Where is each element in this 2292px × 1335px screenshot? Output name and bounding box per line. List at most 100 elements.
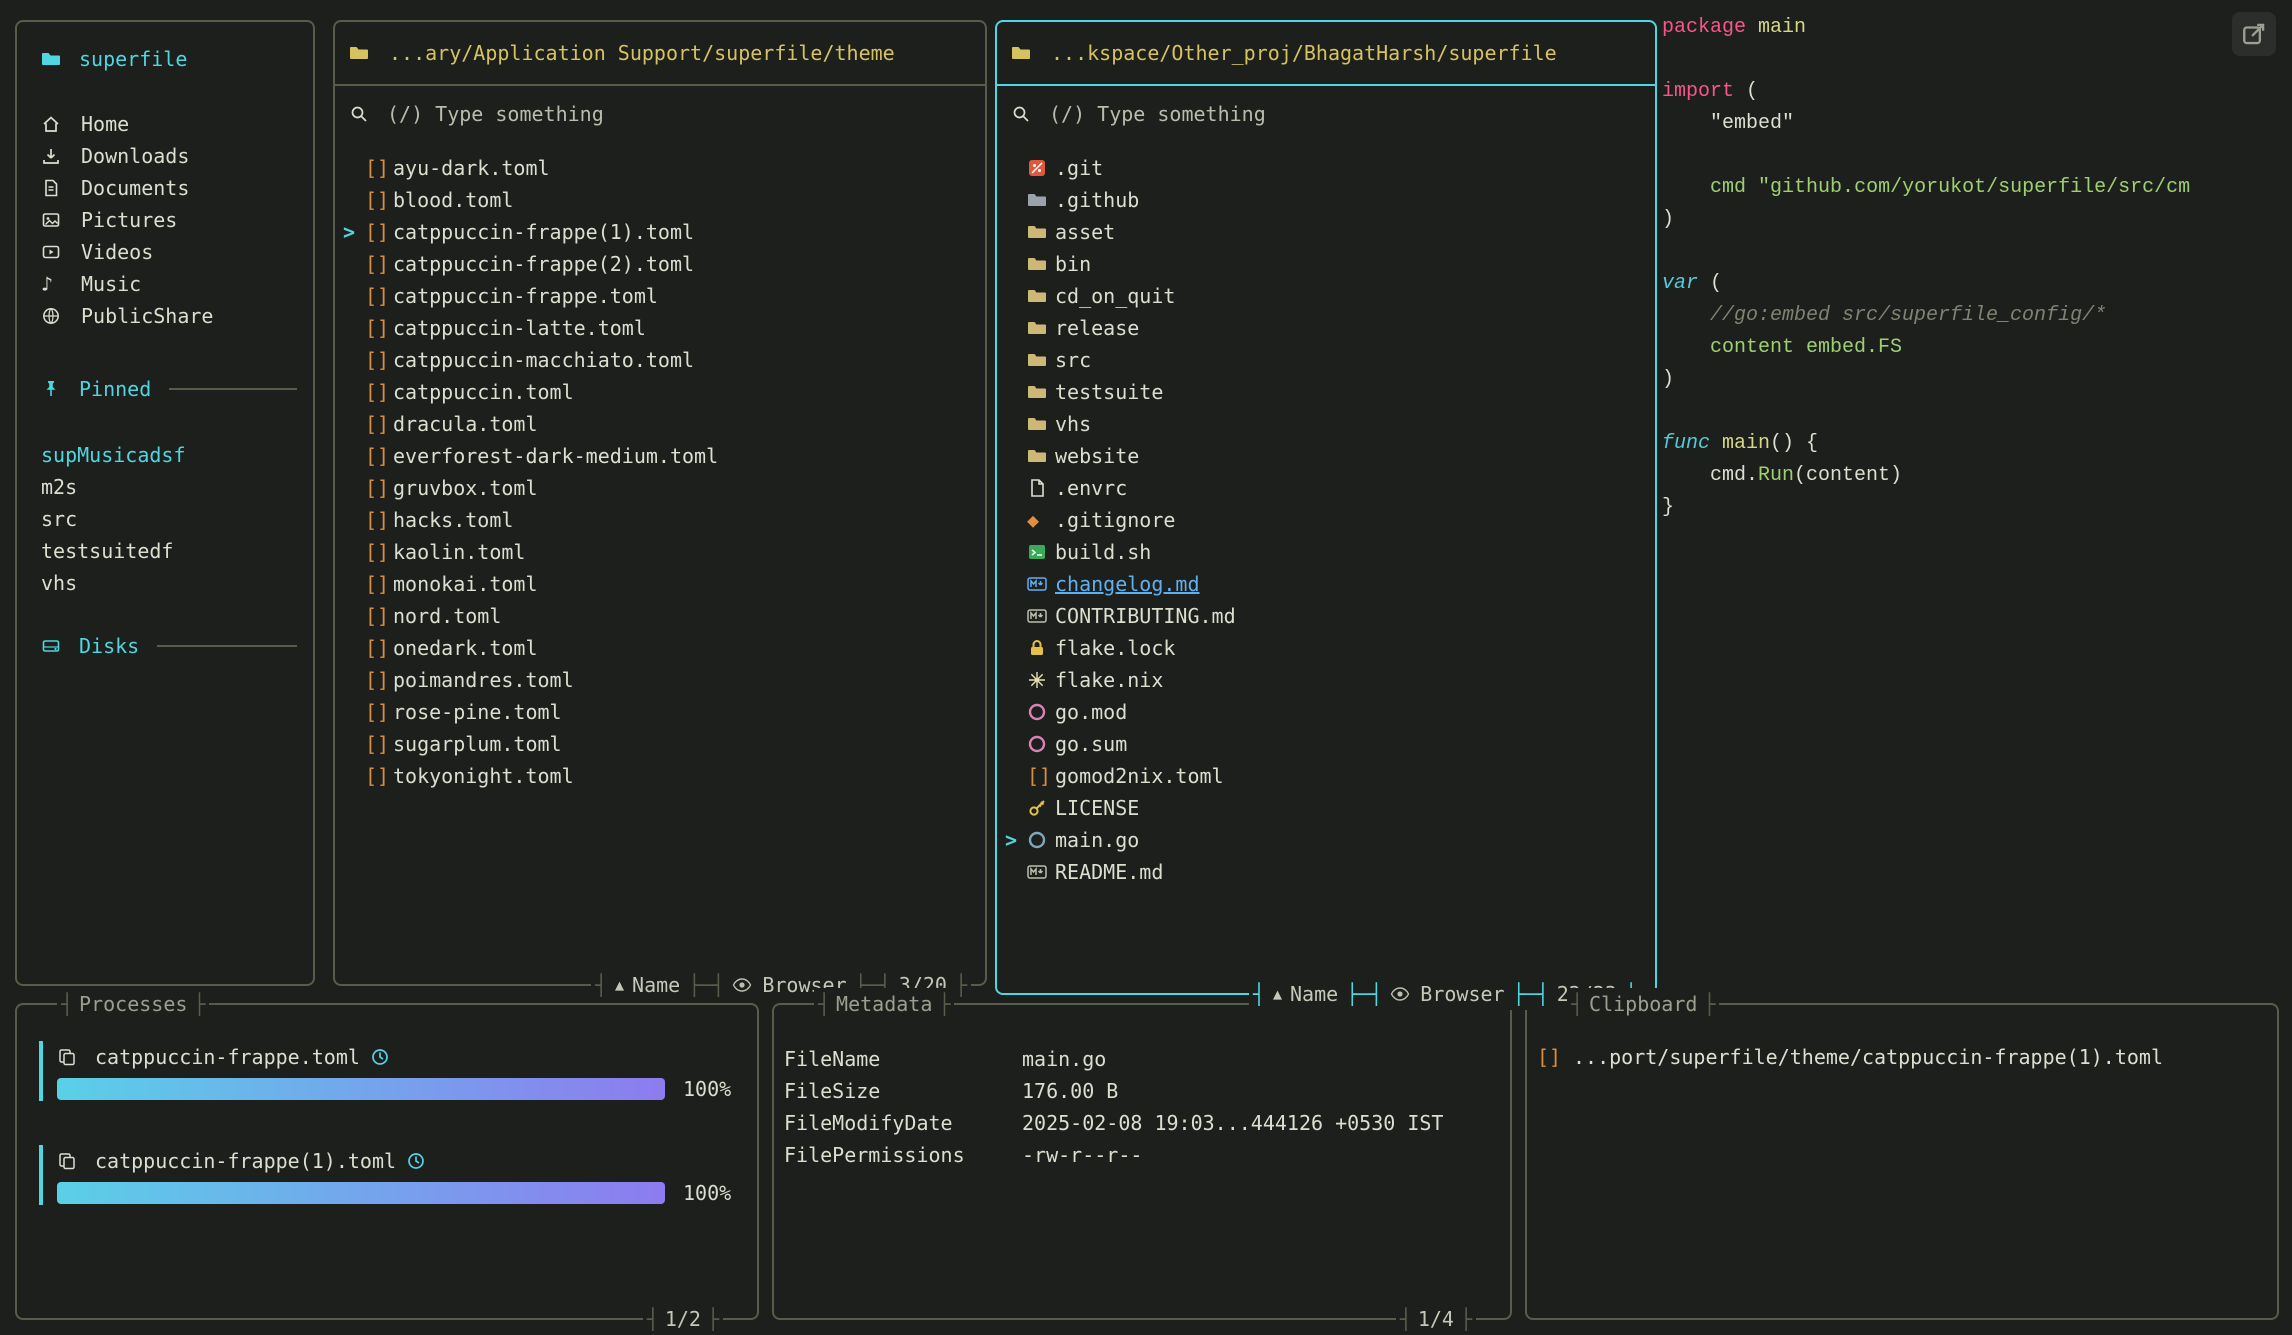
toml-icon: []: [365, 574, 393, 594]
file-row-catppuccin-frappe-2-toml[interactable]: []catppuccin-frappe(2).toml: [335, 248, 985, 280]
pinned-item-label: src: [41, 507, 77, 531]
external-link-icon[interactable]: [2232, 12, 2276, 56]
file-row-ayu-dark-toml[interactable]: []ayu-dark.toml: [335, 152, 985, 184]
tick: ┤: [647, 1307, 659, 1331]
tick: ┤: [1253, 982, 1265, 1006]
panel1-search-input[interactable]: (/) Type something: [335, 86, 985, 126]
file-row-changelog-md[interactable]: changelog.md: [997, 568, 1655, 600]
search-icon: [1011, 104, 1039, 124]
panel1-search-placeholder: (/) Type something: [387, 102, 604, 126]
file-row-gruvbox-toml[interactable]: []gruvbox.toml: [335, 472, 985, 504]
toml-icon: []: [365, 286, 393, 306]
tick: ┤: [712, 973, 724, 997]
code-line: //go:embed src/superfile_config/*: [1662, 304, 2282, 336]
file-row-asset[interactable]: asset: [997, 216, 1655, 248]
file-row-onedark-toml[interactable]: []onedark.toml: [335, 632, 985, 664]
sidebar-item-pictures[interactable]: Pictures: [41, 204, 297, 236]
sidebar-item-label: Documents: [81, 176, 189, 200]
file-name: asset: [1055, 220, 1115, 244]
process-item-header: catppuccin-frappe(1).toml: [57, 1145, 757, 1177]
file-row-catppuccin-toml[interactable]: []catppuccin.toml: [335, 376, 985, 408]
pinned-item-supmusicadsf[interactable]: supMusicadsf: [41, 439, 297, 471]
search-icon: [349, 104, 377, 124]
file-row-build-sh[interactable]: build.sh: [997, 536, 1655, 568]
pinned-item-m2s[interactable]: m2s: [41, 471, 297, 503]
file-row-release[interactable]: release: [997, 312, 1655, 344]
process-list: catppuccin-frappe.toml100%catppuccin-fra…: [17, 1005, 757, 1205]
file-row-envrc[interactable]: .envrc: [997, 472, 1655, 504]
pinned-item-src[interactable]: src: [41, 503, 297, 535]
file-row-main-go[interactable]: >main.go: [997, 824, 1655, 856]
eye-icon: [1390, 984, 1412, 1004]
file-row-blood-toml[interactable]: []blood.toml: [335, 184, 985, 216]
process-name: catppuccin-frappe.toml: [95, 1045, 360, 1069]
metadata-counter-label: 1/4: [1418, 1307, 1454, 1331]
pinned-item-vhs[interactable]: vhs: [41, 567, 297, 599]
file-row-readme-md[interactable]: README.md: [997, 856, 1655, 888]
panel2-sort-chip[interactable]: ▲Name: [1265, 982, 1346, 1006]
file-row-tokyonight-toml[interactable]: []tokyonight.toml: [335, 760, 985, 792]
file-name: .envrc: [1055, 476, 1127, 500]
sidebar-item-downloads[interactable]: Downloads: [41, 140, 297, 172]
file-row-cd-on-quit[interactable]: cd_on_quit: [997, 280, 1655, 312]
file-name: everforest-dark-medium.toml: [393, 444, 718, 468]
download-icon: [41, 146, 69, 166]
disks-header: Disks: [41, 631, 297, 661]
file-row-src[interactable]: src: [997, 344, 1655, 376]
file-row-catppuccin-latte-toml[interactable]: []catppuccin-latte.toml: [335, 312, 985, 344]
file-row-rose-pine-toml[interactable]: []rose-pine.toml: [335, 696, 985, 728]
metadata-value: 2025-02-08 19:03...444126 +0530 IST: [1022, 1111, 1443, 1135]
file-row-catppuccin-frappe-toml[interactable]: []catppuccin-frappe.toml: [335, 280, 985, 312]
file-row-license[interactable]: LICENSE: [997, 792, 1655, 824]
sidebar-item-videos[interactable]: Videos: [41, 236, 297, 268]
file-row-testsuite[interactable]: testsuite: [997, 376, 1655, 408]
clipboard-item-text: ...port/superfile/theme/catppuccin-frapp…: [1573, 1045, 2163, 1069]
folder-icon: [1027, 350, 1055, 370]
file-row-github[interactable]: .github: [997, 184, 1655, 216]
file-row-git[interactable]: .git: [997, 152, 1655, 184]
file-row-vhs[interactable]: vhs: [997, 408, 1655, 440]
file-row-flake-nix[interactable]: flake.nix: [997, 664, 1655, 696]
metadata-row: FilePermissions-rw-r--r--: [784, 1139, 1510, 1171]
sidebar-item-publicshare[interactable]: PublicShare: [41, 300, 297, 332]
app-title-label: superfile: [79, 47, 187, 71]
file-row-nord-toml[interactable]: []nord.toml: [335, 600, 985, 632]
code-line: var (: [1662, 272, 2282, 304]
file-name: tokyonight.toml: [393, 764, 574, 788]
file-row-sugarplum-toml[interactable]: []sugarplum.toml: [335, 728, 985, 760]
file-row-go-mod[interactable]: go.mod: [997, 696, 1655, 728]
code-line: [1662, 144, 2282, 176]
file-row-hacks-toml[interactable]: []hacks.toml: [335, 504, 985, 536]
sidebar-item-home[interactable]: Home: [41, 108, 297, 140]
metadata-value: main.go: [1022, 1047, 1106, 1071]
file-row-go-sum[interactable]: go.sum: [997, 728, 1655, 760]
file-row-monokai-toml[interactable]: []monokai.toml: [335, 568, 985, 600]
metadata-key: FileSize: [784, 1079, 1022, 1103]
tick: ├: [1460, 1307, 1472, 1331]
pinned-item-testsuitedf[interactable]: testsuitedf: [41, 535, 297, 567]
file-row-contributing-md[interactable]: CONTRIBUTING.md: [997, 600, 1655, 632]
file-row-catppuccin-frappe-1-toml[interactable]: >[]catppuccin-frappe(1).toml: [335, 216, 985, 248]
file-name: bin: [1055, 252, 1091, 276]
file-row-flake-lock[interactable]: flake.lock: [997, 632, 1655, 664]
panel2-search-input[interactable]: (/) Type something: [997, 86, 1655, 126]
panel1-sort-chip[interactable]: ▲Name: [607, 973, 688, 997]
file-row-gitignore[interactable]: ◆.gitignore: [997, 504, 1655, 536]
panel2-view-chip[interactable]: Browser: [1382, 982, 1512, 1006]
file-row-everforest-dark-medium-toml[interactable]: []everforest-dark-medium.toml: [335, 440, 985, 472]
folder-icon: [41, 49, 69, 69]
file-row-kaolin-toml[interactable]: []kaolin.toml: [335, 536, 985, 568]
file-row-gomod2nix-toml[interactable]: []gomod2nix.toml: [997, 760, 1655, 792]
sidebar-item-documents[interactable]: Documents: [41, 172, 297, 204]
toml-icon: []: [365, 542, 393, 562]
copy-icon: [57, 1151, 85, 1171]
snowflake-icon: [1027, 670, 1055, 690]
cursor-indicator: >: [343, 220, 365, 244]
file-row-catppuccin-macchiato-toml[interactable]: []catppuccin-macchiato.toml: [335, 344, 985, 376]
sidebar-item-music[interactable]: ♪Music: [41, 268, 297, 300]
file-row-dracula-toml[interactable]: []dracula.toml: [335, 408, 985, 440]
file-row-poimandres-toml[interactable]: []poimandres.toml: [335, 664, 985, 696]
file-row-website[interactable]: website: [997, 440, 1655, 472]
code-line: import (: [1662, 80, 2282, 112]
file-row-bin[interactable]: bin: [997, 248, 1655, 280]
